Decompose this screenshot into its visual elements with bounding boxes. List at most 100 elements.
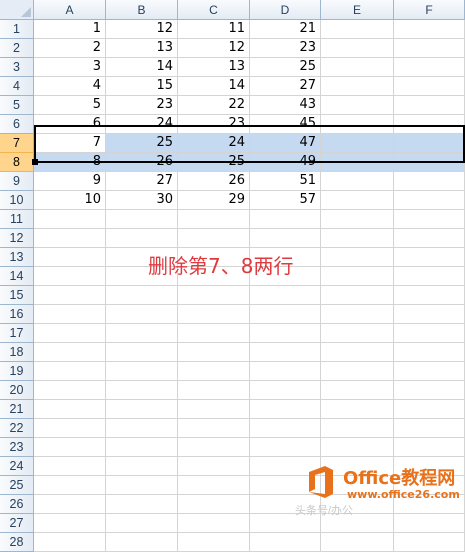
cell-c7[interactable]: 24 [178, 134, 250, 153]
cell-b26[interactable] [106, 495, 178, 514]
cell-c2[interactable]: 12 [178, 39, 250, 58]
cell-d23[interactable] [250, 438, 321, 457]
cell-a16[interactable] [34, 305, 106, 324]
cell-d16[interactable] [250, 305, 321, 324]
cell-e17[interactable] [321, 324, 394, 343]
cell-c21[interactable] [178, 400, 250, 419]
cell-b8[interactable]: 26 [106, 153, 178, 172]
cell-b19[interactable] [106, 362, 178, 381]
cell-d18[interactable] [250, 343, 321, 362]
cell-a1[interactable]: 1 [34, 20, 106, 39]
row-header-18[interactable]: 18 [0, 343, 34, 362]
cell-a17[interactable] [34, 324, 106, 343]
cell-a22[interactable] [34, 419, 106, 438]
column-header-b[interactable]: B [106, 0, 178, 20]
cell-e8[interactable] [321, 153, 394, 172]
row-header-12[interactable]: 12 [0, 229, 34, 248]
cell-c5[interactable]: 22 [178, 96, 250, 115]
cell-f10[interactable] [394, 191, 465, 210]
cell-e15[interactable] [321, 286, 394, 305]
fill-handle[interactable] [32, 159, 38, 165]
row-header-4[interactable]: 4 [0, 77, 34, 96]
cell-f9[interactable] [394, 172, 465, 191]
cell-b7[interactable]: 25 [106, 134, 178, 153]
cell-d12[interactable] [250, 229, 321, 248]
cell-e5[interactable] [321, 96, 394, 115]
cell-f17[interactable] [394, 324, 465, 343]
cell-b15[interactable] [106, 286, 178, 305]
cell-a13[interactable] [34, 248, 106, 267]
cell-a15[interactable] [34, 286, 106, 305]
cell-d1[interactable]: 21 [250, 20, 321, 39]
cell-c22[interactable] [178, 419, 250, 438]
row-header-1[interactable]: 1 [0, 20, 34, 39]
cell-a8[interactable]: 8 [34, 153, 106, 172]
row-header-19[interactable]: 19 [0, 362, 34, 381]
cell-a26[interactable] [34, 495, 106, 514]
row-header-15[interactable]: 15 [0, 286, 34, 305]
cell-e6[interactable] [321, 115, 394, 134]
cell-f12[interactable] [394, 229, 465, 248]
cell-b23[interactable] [106, 438, 178, 457]
cell-e22[interactable] [321, 419, 394, 438]
cell-d22[interactable] [250, 419, 321, 438]
cell-b24[interactable] [106, 457, 178, 476]
cell-e9[interactable] [321, 172, 394, 191]
cell-a24[interactable] [34, 457, 106, 476]
cell-f19[interactable] [394, 362, 465, 381]
cell-f20[interactable] [394, 381, 465, 400]
cell-f8[interactable] [394, 153, 465, 172]
cell-f28[interactable] [394, 533, 465, 552]
cell-b17[interactable] [106, 324, 178, 343]
column-header-e[interactable]: E [321, 0, 394, 20]
cell-f14[interactable] [394, 267, 465, 286]
row-header-23[interactable]: 23 [0, 438, 34, 457]
cell-b5[interactable]: 23 [106, 96, 178, 115]
cell-d7[interactable]: 47 [250, 134, 321, 153]
cell-c4[interactable]: 14 [178, 77, 250, 96]
cell-d11[interactable] [250, 210, 321, 229]
cell-a4[interactable]: 4 [34, 77, 106, 96]
row-header-27[interactable]: 27 [0, 514, 34, 533]
cell-a7[interactable]: 7 [34, 134, 106, 153]
column-header-d[interactable]: D [250, 0, 321, 20]
cell-e4[interactable] [321, 77, 394, 96]
cell-b12[interactable] [106, 229, 178, 248]
cell-d4[interactable]: 27 [250, 77, 321, 96]
row-header-28[interactable]: 28 [0, 533, 34, 552]
cell-b22[interactable] [106, 419, 178, 438]
row-header-20[interactable]: 20 [0, 381, 34, 400]
row-header-25[interactable]: 25 [0, 476, 34, 495]
cell-b25[interactable] [106, 476, 178, 495]
cell-b16[interactable] [106, 305, 178, 324]
cell-c18[interactable] [178, 343, 250, 362]
cell-f23[interactable] [394, 438, 465, 457]
cell-d19[interactable] [250, 362, 321, 381]
cell-b18[interactable] [106, 343, 178, 362]
cell-a12[interactable] [34, 229, 106, 248]
cell-f1[interactable] [394, 20, 465, 39]
cell-a23[interactable] [34, 438, 106, 457]
row-header-8[interactable]: 8 [0, 153, 34, 172]
cell-a14[interactable] [34, 267, 106, 286]
cell-e23[interactable] [321, 438, 394, 457]
cell-e28[interactable] [321, 533, 394, 552]
cell-f6[interactable] [394, 115, 465, 134]
cell-c3[interactable]: 13 [178, 58, 250, 77]
cell-e20[interactable] [321, 381, 394, 400]
cell-b6[interactable]: 24 [106, 115, 178, 134]
cell-a21[interactable] [34, 400, 106, 419]
cell-c25[interactable] [178, 476, 250, 495]
cell-f16[interactable] [394, 305, 465, 324]
cell-b20[interactable] [106, 381, 178, 400]
cell-e21[interactable] [321, 400, 394, 419]
cell-a11[interactable] [34, 210, 106, 229]
cell-d17[interactable] [250, 324, 321, 343]
cell-d2[interactable]: 23 [250, 39, 321, 58]
cell-d21[interactable] [250, 400, 321, 419]
cell-d6[interactable]: 45 [250, 115, 321, 134]
cell-a19[interactable] [34, 362, 106, 381]
cell-e3[interactable] [321, 58, 394, 77]
cell-a5[interactable]: 5 [34, 96, 106, 115]
row-header-2[interactable]: 2 [0, 39, 34, 58]
